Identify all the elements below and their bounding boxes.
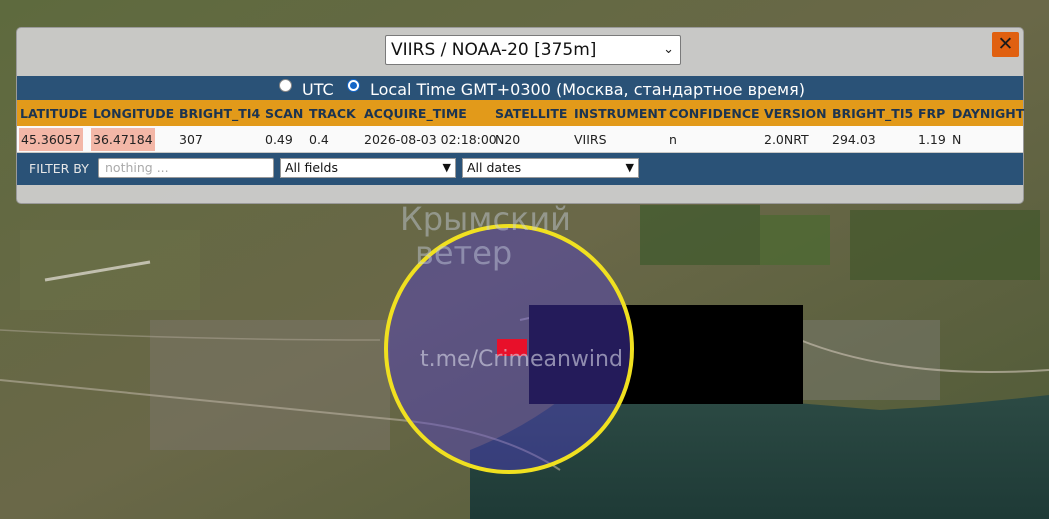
filter-label: FILTER BY [29, 161, 89, 176]
filter-input-placeholder: nothing ... [105, 160, 169, 175]
cell-bright-ti5: 294.03 [832, 132, 876, 147]
utc-radio[interactable] [279, 79, 292, 92]
field-filter-value: All fields [285, 160, 338, 175]
time-mode-bar: UTC Local Time GMT+0300 (Москва, стандар… [17, 76, 1023, 100]
cell-bright-ti4: 307 [179, 132, 203, 147]
col-scan[interactable]: SCAN [265, 106, 303, 121]
col-confidence[interactable]: CONFIDENCE [669, 106, 760, 121]
cell-version: 2.0NRT [764, 132, 809, 147]
local-time-radio[interactable] [347, 79, 360, 92]
cell-confidence: n [669, 132, 677, 147]
cell-longitude: 36.47184 [91, 128, 155, 151]
date-filter-select[interactable]: All dates ▼ [462, 158, 639, 178]
chevron-down-icon: ⌄ [663, 42, 674, 57]
col-acquire-time[interactable]: ACQUIRE_TIME [364, 106, 467, 121]
close-button[interactable]: ✕ [992, 32, 1019, 57]
col-latitude[interactable]: LATITUDE [20, 106, 87, 121]
close-icon: ✕ [997, 33, 1014, 55]
col-frp[interactable]: FRP [918, 106, 945, 121]
cell-frp: 1.19 [918, 132, 946, 147]
chevron-down-icon: ▼ [625, 161, 634, 174]
satellite-select[interactable]: VIIRS / NOAA-20 [375m] ⌄ [385, 35, 681, 65]
chevron-down-icon: ▼ [442, 161, 451, 174]
watermark-handle: t.me/Crimeanwind [420, 347, 623, 372]
cell-scan: 0.49 [265, 132, 293, 147]
col-version[interactable]: VERSION [764, 106, 827, 121]
field-patch [640, 205, 760, 265]
date-filter-value: All dates [467, 160, 522, 175]
col-daynight[interactable]: DAYNIGHT [952, 106, 1024, 121]
cell-satellite: N20 [495, 132, 521, 147]
col-longitude[interactable]: LONGITUDE [93, 106, 174, 121]
col-satellite[interactable]: SATELLITE [495, 106, 567, 121]
watermark-line1: Крымский [400, 200, 571, 238]
utc-label: UTC [302, 80, 334, 99]
watermark-line2: ветер [415, 234, 512, 272]
cell-instrument: VIIRS [574, 132, 607, 147]
field-filter-select[interactable]: All fields ▼ [280, 158, 456, 178]
satellite-select-value: VIIRS / NOAA-20 [375m] [391, 40, 597, 60]
col-bright-ti5[interactable]: BRIGHT_TI5 [832, 106, 913, 121]
table-row[interactable]: 45.36057 36.47184 307 0.49 0.4 2026-08-0… [17, 126, 1023, 152]
cell-daynight: N [952, 132, 962, 147]
filter-input[interactable]: nothing ... [98, 158, 274, 178]
col-bright-ti4[interactable]: BRIGHT_TI4 [179, 106, 260, 121]
field-patch [850, 210, 1040, 280]
cell-acquire-time: 2026-08-03 02:18:00 [364, 132, 497, 147]
filter-bar: FILTER BY nothing ... All fields ▼ All d… [17, 153, 1023, 185]
col-instrument[interactable]: INSTRUMENT [574, 106, 666, 121]
cell-track: 0.4 [309, 132, 329, 147]
field-patch [760, 215, 830, 265]
col-track[interactable]: TRACK [309, 106, 356, 121]
cell-latitude: 45.36057 [19, 128, 83, 151]
fire-info-panel: VIIRS / NOAA-20 [375m] ⌄ ✕ UTC Local Tim… [16, 27, 1024, 204]
table-header: LATITUDE LONGITUDE BRIGHT_TI4 SCAN TRACK… [17, 100, 1024, 126]
local-time-label: Local Time GMT+0300 (Москва, стандартное… [370, 80, 805, 99]
